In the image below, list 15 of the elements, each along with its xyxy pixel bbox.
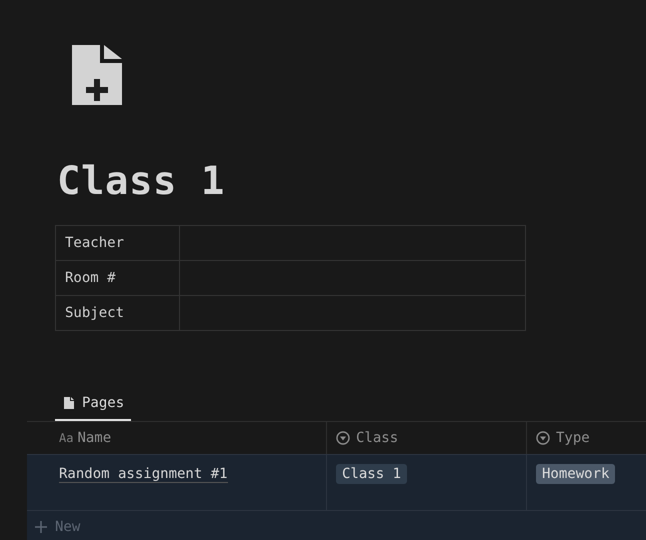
plus-icon — [35, 520, 47, 532]
column-header[interactable]: Aa Name — [27, 422, 326, 454]
class-tag: Class 1 — [336, 464, 408, 484]
dropdown-circle-icon — [536, 431, 550, 445]
property-label: Subject — [56, 296, 180, 330]
property-label: Teacher — [56, 226, 180, 260]
view-tab[interactable]: Pages — [55, 391, 132, 421]
row-title-link[interactable]: Random assignment #1 — [59, 466, 228, 483]
new-row-button[interactable]: New — [27, 510, 646, 540]
page-title: Class 1 — [57, 158, 225, 206]
property-label: Room # — [56, 261, 180, 295]
page-add-icon — [72, 45, 122, 105]
page-icon — [64, 397, 74, 409]
dropdown-circle-icon — [336, 431, 350, 445]
type-tag: Homework — [536, 464, 616, 484]
